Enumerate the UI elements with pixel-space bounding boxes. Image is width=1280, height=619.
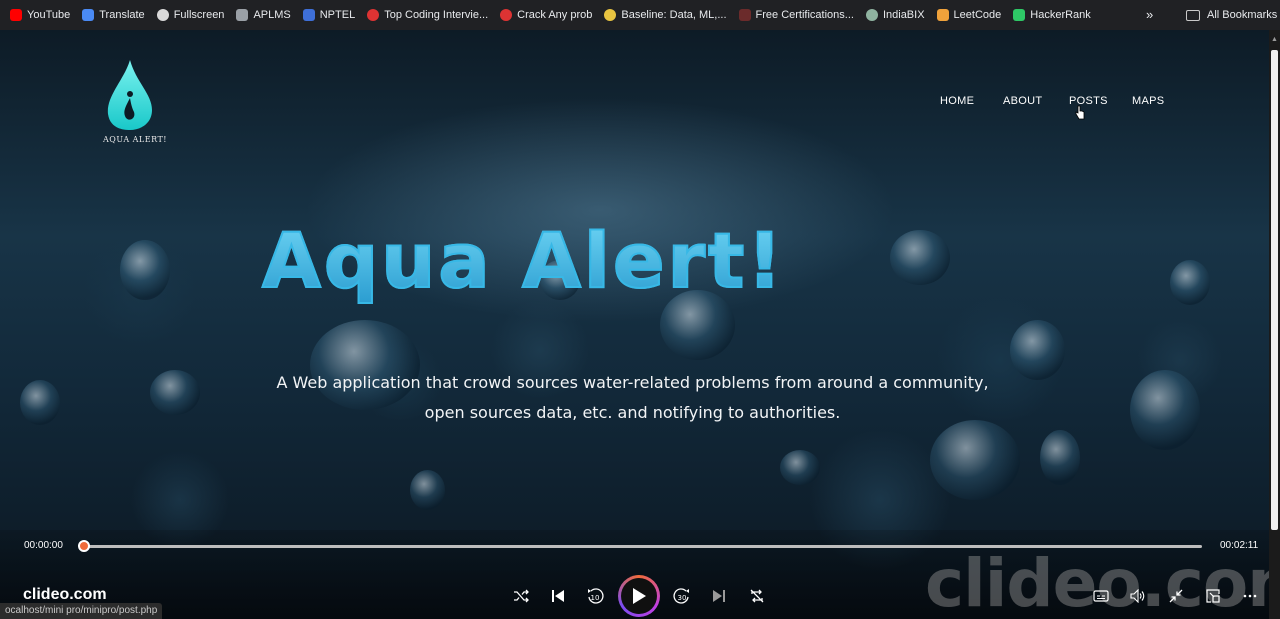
miniplayer-icon	[1206, 589, 1220, 603]
hero-title: Aqua Alert!	[261, 215, 785, 306]
seek-knob[interactable]	[78, 540, 90, 552]
hero-subtitle-line: A Web application that crowd sources wat…	[276, 373, 989, 392]
logo-text: AQUA ALERT!	[103, 135, 168, 144]
youtube-icon	[10, 9, 22, 21]
exit-fullscreen-button[interactable]	[1166, 586, 1186, 606]
volume-button[interactable]	[1128, 586, 1148, 606]
nav-home[interactable]: HOME	[940, 95, 974, 107]
tcp-icon	[367, 9, 380, 21]
previous-button[interactable]	[548, 586, 568, 606]
current-time: 00:00:00	[24, 540, 63, 551]
water-drop	[20, 380, 60, 425]
captions-button[interactable]	[1091, 586, 1111, 606]
cert-icon	[738, 9, 751, 21]
hackerrank-icon	[1013, 9, 1026, 21]
water-drop	[930, 420, 1020, 500]
nav-maps[interactable]: MAPS	[1132, 95, 1164, 107]
forward-30-icon: 30	[673, 588, 689, 604]
hero-subtitle: A Web application that crowd sources wat…	[240, 368, 1025, 428]
repeat-off-button[interactable]	[747, 586, 767, 606]
water-drop	[150, 370, 200, 415]
shuffle-button[interactable]	[511, 586, 531, 606]
skip-next-icon	[713, 590, 725, 602]
water-drop	[1130, 370, 1200, 450]
skip-previous-icon	[552, 590, 564, 602]
bookmark-top-coding[interactable]: Top Coding Intervie...	[361, 0, 494, 30]
tcp-icon	[500, 9, 513, 21]
bookmark-nptel[interactable]: NPTEL	[297, 0, 361, 30]
water-drop	[1040, 430, 1080, 485]
water-drop	[890, 230, 950, 285]
bookmark-free-certifications[interactable]: Free Certifications...	[733, 0, 860, 30]
hero-subtitle-line: open sources data, etc. and notifying to…	[424, 403, 841, 422]
svg-text:30: 30	[678, 594, 687, 602]
bookmark-translate[interactable]: Translate	[76, 0, 150, 30]
more-options-icon	[1243, 594, 1257, 598]
water-drop	[120, 240, 170, 300]
bookmarks-bar: YouTube Translate Fullscreen APLMS NPTEL…	[0, 0, 1280, 30]
shuffle-icon	[514, 589, 529, 603]
more-bookmarks-button[interactable]: »	[1146, 7, 1153, 22]
volume-icon	[1130, 589, 1145, 603]
play-icon	[633, 588, 646, 604]
clideo-brand: clideo.com	[23, 586, 107, 603]
forward-30-button[interactable]: 30	[672, 586, 692, 606]
play-button[interactable]	[618, 575, 660, 617]
fullscreen-icon	[156, 9, 169, 21]
water-drop	[410, 470, 445, 510]
video-player-controls: 00:00:00 00:02:11 clideo.com clideo.com …	[0, 530, 1269, 619]
status-url: ocalhost/mini pro/minipro/post.php	[0, 603, 163, 619]
svg-text:10: 10	[591, 594, 600, 602]
video-frame[interactable]: AQUA ALERT! HOME ABOUT POSTS MAPS Aqua A…	[0, 30, 1269, 619]
all-bookmarks-button[interactable]: All Bookmarks	[1186, 0, 1277, 30]
water-drop	[1170, 260, 1210, 305]
nav-about[interactable]: ABOUT	[1003, 95, 1042, 107]
play-button-inner	[621, 578, 657, 614]
bookmark-leetcode[interactable]: LeetCode	[931, 0, 1008, 30]
folder-icon	[1186, 9, 1200, 21]
rewind-10-icon: 10	[588, 588, 604, 604]
scrollbar-thumb[interactable]	[1271, 50, 1278, 530]
bookmark-baseline[interactable]: Baseline: Data, ML,...	[598, 0, 732, 30]
hand-cursor-icon	[1075, 105, 1085, 120]
bookmark-aplms[interactable]: APLMS	[230, 0, 296, 30]
bookmark-fullscreen[interactable]: Fullscreen	[151, 0, 231, 30]
clideo-watermark: clideo.com	[925, 545, 1269, 619]
miniplayer-button[interactable]	[1203, 586, 1223, 606]
next-button[interactable]	[709, 586, 729, 606]
scroll-up-arrow-icon[interactable]: ▲	[1271, 36, 1278, 43]
exit-fullscreen-icon	[1169, 589, 1183, 603]
nptel-icon	[302, 9, 315, 21]
bookmark-crack-any-prob[interactable]: Crack Any prob	[494, 0, 598, 30]
captions-icon	[1093, 590, 1109, 602]
bookmark-indiabix[interactable]: IndiaBIX	[860, 0, 931, 30]
bookmark-youtube[interactable]: YouTube	[4, 0, 76, 30]
water-drop	[780, 450, 820, 485]
indiabix-icon	[865, 9, 878, 21]
aplms-icon	[236, 9, 249, 21]
repeat-off-icon	[750, 589, 764, 603]
more-options-button[interactable]	[1240, 586, 1260, 606]
leetcode-icon	[936, 9, 949, 21]
bookmark-hackerrank[interactable]: HackerRank	[1007, 0, 1097, 30]
baseline-icon	[604, 9, 617, 21]
rewind-10-button[interactable]: 10	[585, 586, 605, 606]
translate-icon	[82, 9, 95, 21]
